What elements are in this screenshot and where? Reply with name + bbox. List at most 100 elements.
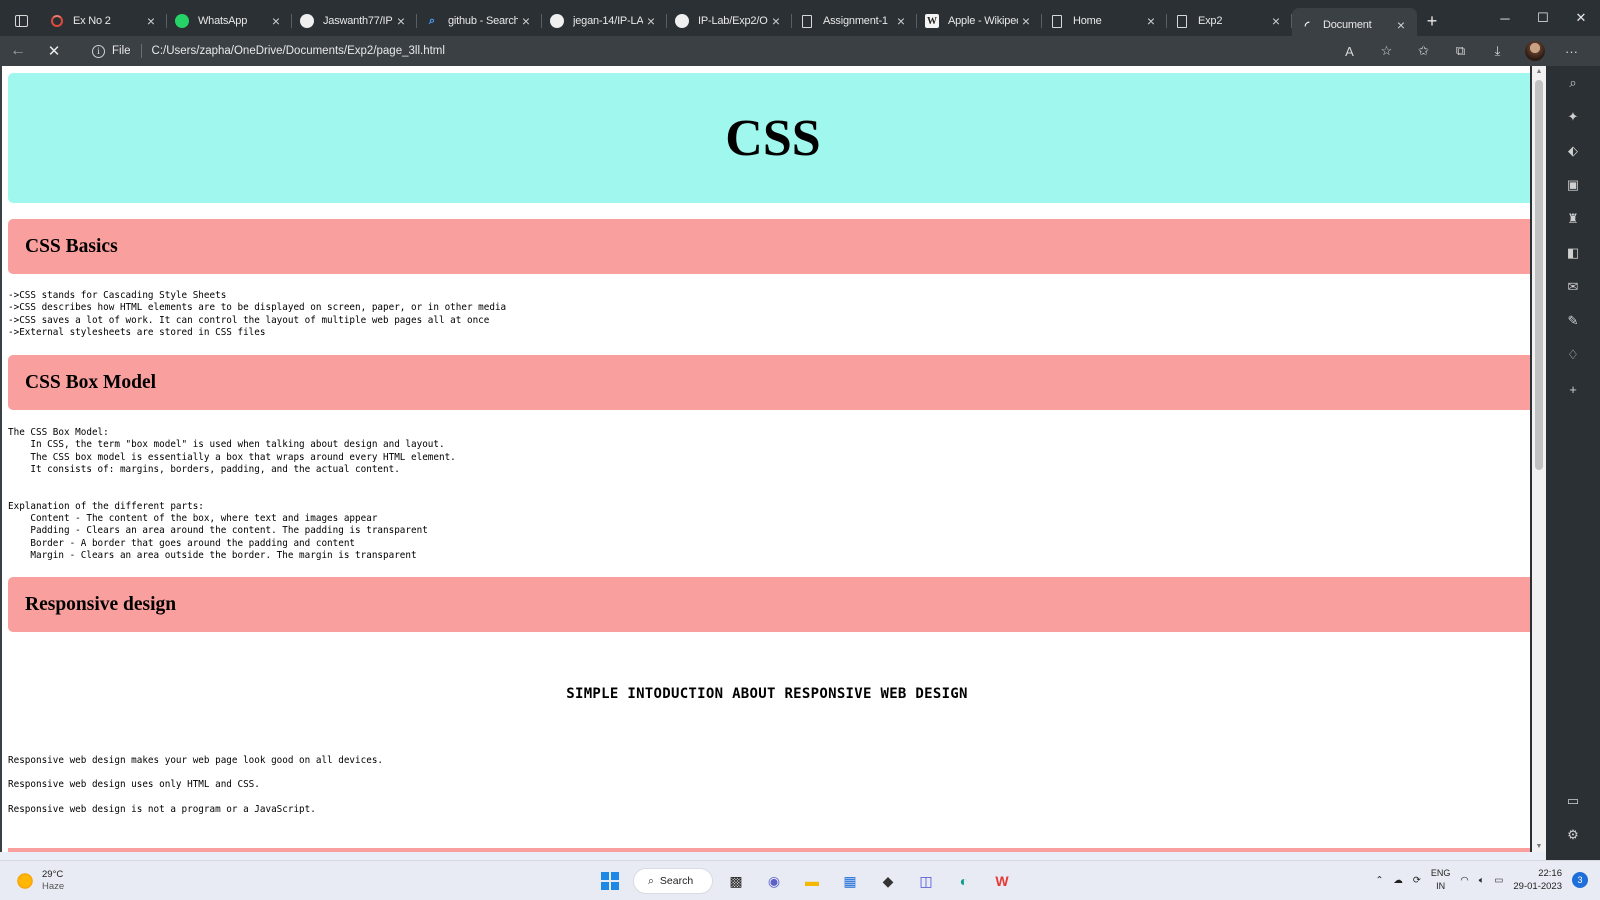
toolbar-actions: A ☆ ✩ ⧉ ⤓ ···: [1331, 36, 1590, 66]
close-window-icon[interactable]: ✕: [1562, 0, 1600, 36]
downloads-icon[interactable]: ⤓: [1479, 36, 1516, 66]
wifi-icon[interactable]: ◠: [1460, 875, 1468, 886]
background-window-status: [0, 852, 1546, 860]
app-cube-icon[interactable]: ◆: [873, 866, 903, 896]
time: 22:16: [1538, 868, 1562, 879]
close-icon[interactable]: ×: [768, 13, 784, 29]
search-icon: ⌕: [428, 14, 436, 27]
info-icon[interactable]: i: [92, 44, 105, 58]
haze-sun-icon: [16, 872, 34, 890]
tab[interactable]: WhatsApp ×: [167, 6, 292, 36]
weather-widget[interactable]: 29°C Haze: [16, 869, 64, 893]
outlook-icon[interactable]: ✉: [1558, 270, 1588, 304]
document-icon: [1050, 14, 1064, 28]
scroll-up-icon[interactable]: ▲: [1535, 68, 1543, 75]
tab-title: Document: [1323, 19, 1372, 31]
add-sidebar-icon[interactable]: +: [1558, 372, 1588, 406]
hero-banner: CSS: [8, 73, 1530, 203]
shopping-tag-icon[interactable]: ⬖: [1558, 134, 1588, 168]
teams-chat-icon[interactable]: ◉: [759, 866, 789, 896]
close-icon[interactable]: ×: [1268, 13, 1284, 29]
tab[interactable]: W Apple - Wikiped ×: [917, 6, 1042, 36]
tab[interactable]: IP-Lab/Exp2/Ou ×: [667, 6, 792, 36]
office-icon[interactable]: ◧: [1558, 236, 1588, 270]
task-view-icon[interactable]: ▩: [721, 866, 751, 896]
tools-icon[interactable]: ▣: [1558, 168, 1588, 202]
tab[interactable]: Home ×: [1042, 6, 1167, 36]
css-basics-text: ->CSS stands for Cascading Style Sheets …: [8, 290, 507, 338]
section-heading: Responsive design: [25, 593, 177, 615]
language-indicator[interactable]: ENG IN: [1431, 867, 1451, 893]
volume-icon[interactable]: 🔈︎: [1479, 875, 1485, 886]
close-icon[interactable]: ×: [1393, 17, 1409, 33]
chevron-up-icon[interactable]: ⌃: [1375, 875, 1383, 886]
minimize-icon[interactable]: ─: [1486, 0, 1524, 36]
notifications-bell-icon[interactable]: ♢: [1558, 338, 1588, 372]
close-icon[interactable]: ×: [1018, 13, 1034, 29]
sidebar-settings-gear-icon[interactable]: ⚙: [1558, 818, 1588, 852]
responsive-paragraph: Responsive web design uses only HTML and…: [8, 779, 260, 790]
collections-icon[interactable]: ⧉: [1442, 36, 1479, 66]
read-aloud-icon[interactable]: A: [1331, 36, 1368, 66]
tab[interactable]: jegan-14/IP-LAB ×: [542, 6, 667, 36]
favorites-icon[interactable]: ✩: [1405, 36, 1442, 66]
tab-title: jegan-14/IP-LAB: [573, 15, 643, 27]
close-icon[interactable]: ×: [518, 13, 534, 29]
file-explorer-icon[interactable]: ▬: [797, 866, 827, 896]
tab[interactable]: Assignment-1 ×: [792, 6, 917, 36]
wps-office-icon[interactable]: W: [987, 866, 1017, 896]
notification-badge[interactable]: 3: [1572, 872, 1588, 888]
taskbar-search[interactable]: ⌕ Search: [633, 868, 713, 894]
date: 29-01-2023: [1513, 881, 1562, 892]
url-text[interactable]: C:/Users/zapha/OneDrive/Documents/Exp2/p…: [152, 45, 445, 57]
profile-avatar[interactable]: [1516, 36, 1553, 66]
vertical-scrollbar[interactable]: ▲ ▼: [1532, 66, 1546, 852]
tab[interactable]: Ex No 2 ×: [42, 6, 167, 36]
scrollbar-thumb[interactable]: [1535, 80, 1543, 470]
document-icon: [1175, 14, 1189, 28]
close-icon[interactable]: ×: [1143, 13, 1159, 29]
drop-icon[interactable]: ✎: [1558, 304, 1588, 338]
section-heading: CSS Basics: [25, 235, 118, 257]
tab[interactable]: Exp2 ×: [1167, 6, 1292, 36]
box-model-text: The CSS Box Model: In CSS, the term "box…: [8, 427, 456, 561]
sync-icon[interactable]: ⟳: [1413, 875, 1421, 886]
vscode-icon[interactable]: ◫: [911, 866, 941, 896]
start-button[interactable]: [595, 866, 625, 896]
close-icon[interactable]: ×: [893, 13, 909, 29]
scheme-label: File: [112, 45, 131, 57]
windows-taskbar: 29°C Haze ⌕ Search ▩ ◉ ▬ ▦ ◆ ◫ ◐ W ⌃ ☁ ⟳…: [0, 860, 1600, 900]
address-bar[interactable]: i File C:/Users/zapha/OneDrive/Documents…: [92, 39, 445, 63]
tab-title: Home: [1073, 15, 1102, 27]
close-icon[interactable]: ×: [268, 13, 284, 29]
edge-icon[interactable]: ◐: [949, 866, 979, 896]
divider: [140, 44, 142, 58]
new-tab-button[interactable]: +: [1417, 11, 1447, 32]
scroll-down-icon[interactable]: ▼: [1535, 843, 1543, 850]
close-icon[interactable]: ×: [143, 13, 159, 29]
tab[interactable]: ⌕ github - Search ×: [417, 6, 542, 36]
close-icon[interactable]: ×: [643, 13, 659, 29]
close-icon[interactable]: ×: [393, 13, 409, 29]
tab-title: Assignment-1: [823, 15, 888, 27]
search-icon[interactable]: ⌕: [1558, 66, 1588, 100]
page-title: CSS: [725, 109, 821, 167]
section-header-responsive: Responsive design: [8, 577, 1530, 632]
onedrive-cloud-icon[interactable]: ☁: [1393, 875, 1403, 886]
tab[interactable]: Jaswanth77/IP-L ×: [292, 6, 417, 36]
microsoft-store-icon[interactable]: ▦: [835, 866, 865, 896]
clock[interactable]: 22:16 29-01-2023: [1513, 867, 1562, 893]
spinner-icon: [50, 14, 64, 28]
add-favorite-icon[interactable]: ☆: [1368, 36, 1405, 66]
battery-icon[interactable]: ▭: [1494, 875, 1503, 886]
maximize-icon[interactable]: ☐: [1524, 0, 1562, 36]
games-icon[interactable]: ♜: [1558, 202, 1588, 236]
region-code: IN: [1436, 881, 1446, 891]
tab-title: Ex No 2: [73, 15, 111, 27]
discover-icon[interactable]: ✦: [1558, 100, 1588, 134]
hide-sidebar-icon[interactable]: ▭: [1558, 784, 1588, 818]
more-menu-icon[interactable]: ···: [1553, 36, 1590, 66]
back-arrow-icon[interactable]: ←: [0, 36, 36, 66]
windows-logo-icon: [601, 872, 619, 890]
stop-loading-icon[interactable]: ✕: [36, 36, 72, 66]
